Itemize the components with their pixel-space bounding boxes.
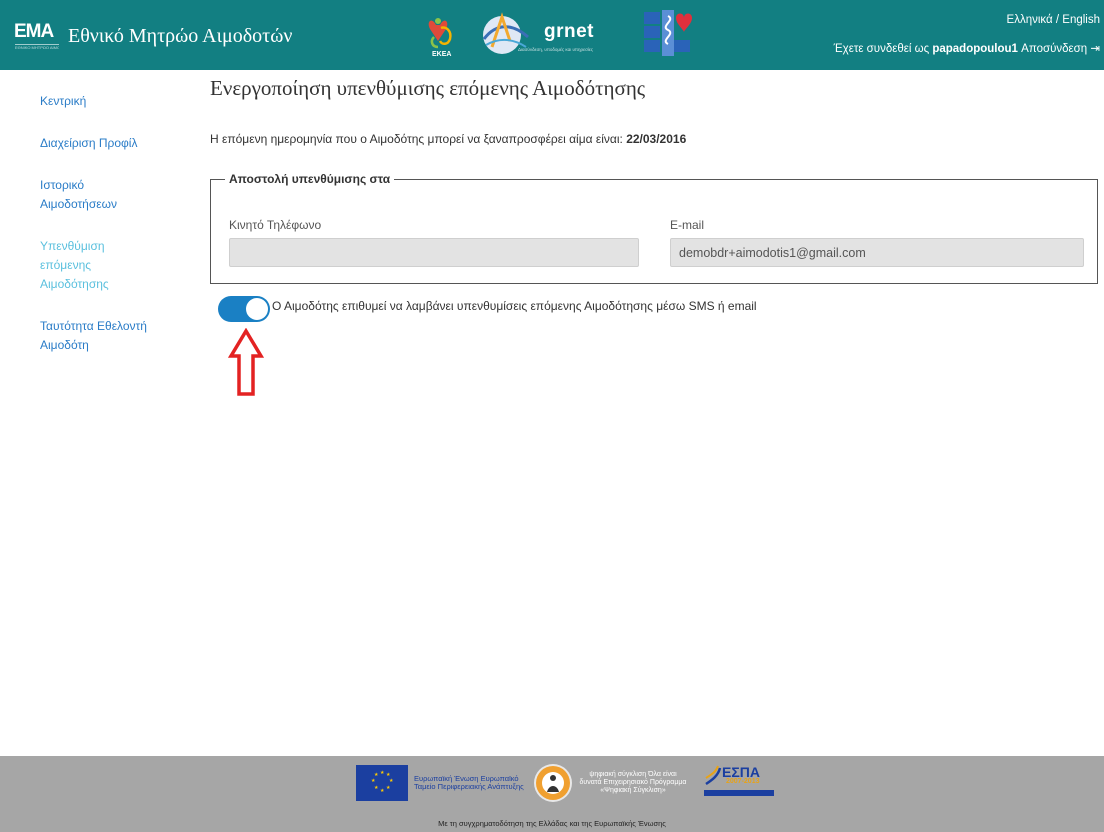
footer: ★ ★ ★ ★ ★ ★ ★ ★ Ευρωπαϊκή Ένωση Ευρωπαϊκό Ταμε… [0, 756, 1104, 832]
espa-bar [704, 790, 774, 796]
lang-separator: / [1052, 14, 1063, 26]
next-date-text: Η επόμενη ημερομηνία που ο Αιμοδότης μπο… [210, 132, 627, 146]
site-title[interactable]: Εθνικό Μητρώο Αιμοδοτών [68, 25, 292, 48]
logout-icon: ⇥ [1090, 43, 1100, 55]
espa-logo: ΕΣΠΑ 2007-2013 [704, 764, 774, 802]
keaa-logo: ΕΚΕΑ [424, 11, 468, 61]
language-switcher: Ελληνικά / English [834, 14, 1100, 26]
svg-text:★: ★ [374, 785, 379, 791]
partner-logos: ΕΚΕΑ grnet Διασύνδεση, υποδομές και υπηρ… [424, 10, 696, 62]
svg-text:★: ★ [371, 778, 376, 784]
next-donation-date: Η επόμενη ημερομηνία που ο Αιμοδότης μπο… [210, 132, 686, 146]
phone-label: Κινητό Τηλέφωνο [229, 218, 322, 232]
sidebar-item-profile[interactable]: Διαχείριση Προφίλ [40, 134, 200, 153]
sidebar-item-donor-id[interactable]: Ταυτότητα Εθελοντή Αιμοδότη [40, 317, 170, 355]
email-label: E-mail [670, 218, 705, 232]
medical-cross-logo [644, 10, 696, 62]
username: papadopoulou1 [932, 43, 1018, 55]
reminder-toggle-switch[interactable] [218, 296, 270, 322]
reminder-toggle-label: Ο Αιμοδότης επιθυμεί να λαμβάνει υπενθυμ… [272, 299, 757, 313]
sidebar-item-home[interactable]: Κεντρική [40, 92, 200, 111]
email-input[interactable] [670, 238, 1084, 267]
logout-link[interactable]: Αποσύνδεση ⇥ [1021, 43, 1100, 55]
digital-convergence-text: ψηφιακή σύγκλιση Όλα είναι δυνατά Επιχει… [579, 771, 687, 794]
lang-greek-link[interactable]: Ελληνικά [1007, 14, 1053, 26]
page-title: Ενεργοποίηση υπενθύμισης επόμενης Αιμοδό… [210, 76, 646, 100]
next-date-value: 22/03/2016 [626, 132, 687, 146]
svg-text:★: ★ [380, 770, 385, 776]
espa-years: 2007-2013 [726, 778, 760, 785]
svg-text:★: ★ [386, 785, 391, 791]
footer-caption: Με τη συγχρηματοδότηση της Ελλάδας και τ… [438, 819, 666, 828]
phone-field-group: Κινητό Τηλέφωνο [229, 218, 639, 267]
user-status: Έχετε συνδεθεί ως papadopoulou1 Αποσύνδε… [834, 41, 1100, 55]
svg-text:★: ★ [374, 772, 379, 778]
brand[interactable]: ΕΜΑ ΕΘΝΙΚΟ ΜΗΤΡΩΟ ΑΙΜΟΔΟΤΩΝ Εθνικό Μητρώ… [14, 22, 292, 56]
sidebar-item-history[interactable]: Ιστορικό Αιμοδοτήσεων [40, 176, 140, 214]
keaa-logo-text: ΕΚΕΑ [432, 51, 451, 58]
phone-input[interactable] [229, 238, 639, 267]
svg-text:★: ★ [389, 778, 394, 784]
eu-fund-text: Ευρωπαϊκή Ένωση Ευρωπαϊκό Ταμείο Περιφερ… [414, 774, 524, 791]
grnet-tagline: Διασύνδεση, υποδομές και υπηρεσίες [518, 47, 594, 52]
logout-label: Αποσύνδεση [1021, 43, 1088, 55]
digital-convergence-logo [534, 764, 572, 802]
sidebar-nav: Κεντρική Διαχείριση Προφίλ Ιστορικό Αιμο… [40, 92, 200, 378]
reminder-fieldset: Αποστολή υπενθύμισης στα Κινητό Τηλέφωνο… [210, 172, 1098, 284]
lang-english-link[interactable]: English [1062, 14, 1100, 26]
header-user-area: Ελληνικά / English Έχετε συνδεθεί ως pap… [834, 14, 1100, 55]
ema-logo-text: ΕΜΑ [14, 21, 54, 42]
logged-in-prefix: Έχετε συνδεθεί ως [833, 43, 933, 55]
svg-text:★: ★ [380, 788, 385, 794]
ema-logo: ΕΜΑ ΕΘΝΙΚΟ ΜΗΤΡΩΟ ΑΙΜΟΔΟΤΩΝ [14, 22, 62, 56]
grnet-logo: grnet Διασύνδεση, υποδομές και υπηρεσίες [474, 11, 624, 61]
sidebar-item-reminder[interactable]: Υπενθύμιση επόμενης Αιμοδότησης [40, 237, 130, 294]
email-field-group: E-mail [670, 218, 1084, 267]
footer-logos: ★ ★ ★ ★ ★ ★ ★ ★ Ευρωπαϊκή Ένωση Ευρωπαϊκό Ταμε… [356, 764, 774, 802]
up-arrow-icon [228, 328, 264, 396]
header-bar: ΕΜΑ ΕΘΝΙΚΟ ΜΗΤΡΩΟ ΑΙΜΟΔΟΤΩΝ Εθνικό Μητρώ… [0, 0, 1104, 70]
ema-logo-subtext: ΕΘΝΙΚΟ ΜΗΤΡΩΟ ΑΙΜΟΔΟΤΩΝ [15, 44, 59, 50]
grnet-wordmark: grnet [544, 21, 594, 42]
main-content: Ενεργοποίηση υπενθύμισης επόμενης Αιμοδό… [210, 76, 1100, 322]
fieldset-legend: Αποστολή υπενθύμισης στα [229, 172, 391, 186]
eu-flag-icon: ★ ★ ★ ★ ★ ★ ★ ★ [356, 765, 408, 801]
toggle-knob [246, 298, 268, 320]
